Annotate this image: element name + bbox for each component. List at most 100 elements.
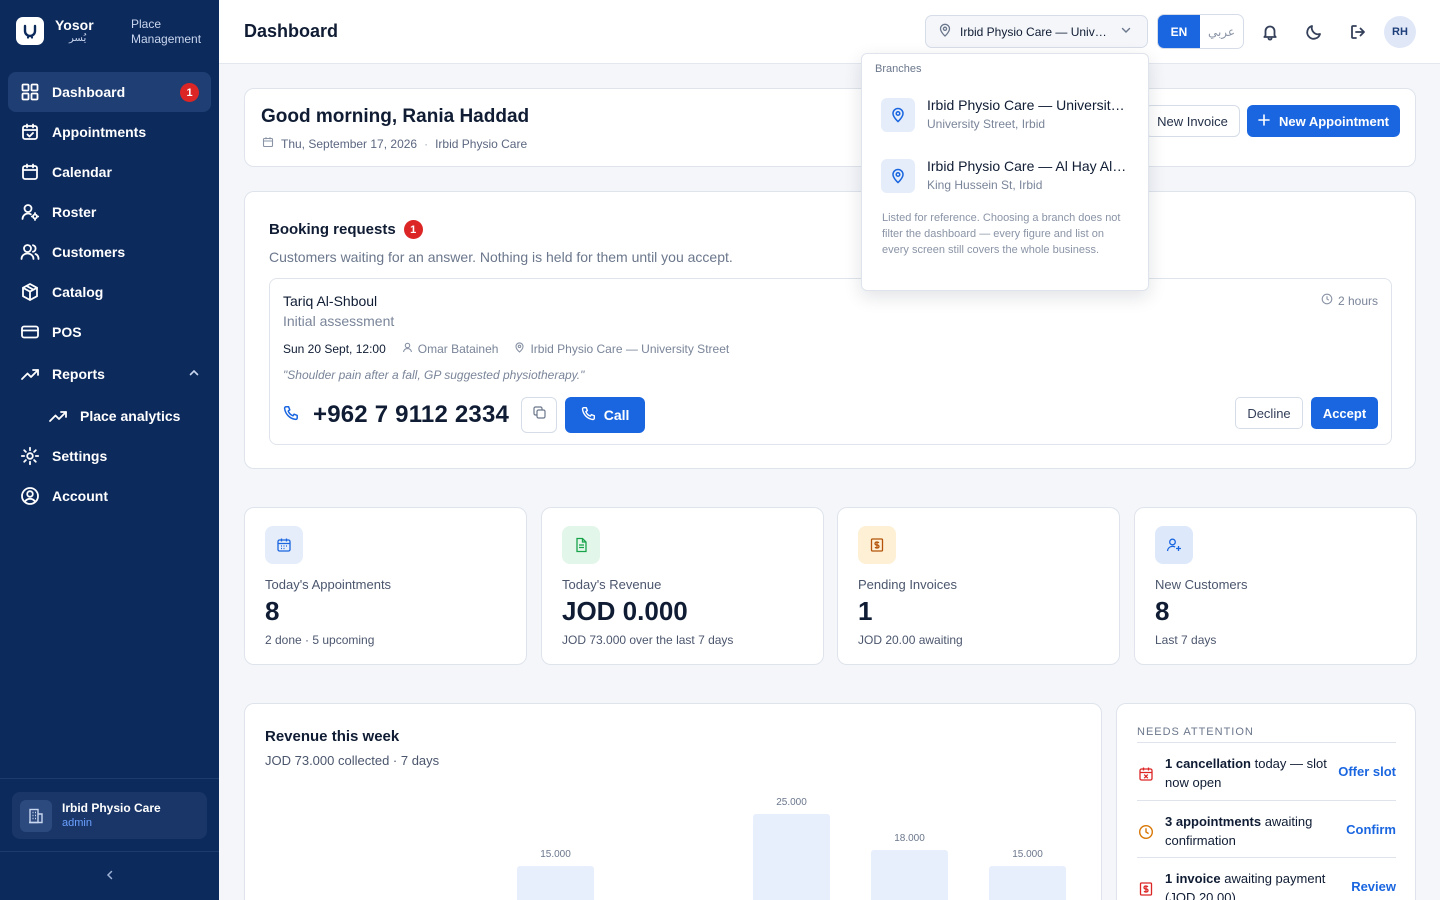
request-phone-row: +962 7 9112 2334 Call	[283, 397, 646, 433]
revenue-bar[interactable]	[753, 814, 830, 900]
moon-icon[interactable]	[1304, 22, 1324, 42]
sidebar-item-customers[interactable]: Customers	[8, 232, 211, 272]
dashboard-badge: 1	[180, 83, 199, 102]
request-customer-name: Tariq Al-Shboul	[283, 293, 378, 309]
stat-card-appointments[interactable]: Today's Appointments 8 2 done · 5 upcomi…	[244, 507, 527, 665]
sidebar-item-account[interactable]: Account	[8, 476, 211, 516]
clock-icon	[1137, 823, 1155, 841]
revenue-card: 15.000 25.000 18.000 15.000 Revenue this we…	[244, 703, 1102, 900]
attention-text: 1 cancellation today — slot now open	[1165, 754, 1333, 792]
booking-requests-card: Booking requests 1 Customers waiting for…	[244, 191, 1416, 469]
stat-label: Today's Revenue	[562, 577, 662, 592]
sidebar-item-label: Dashboard	[52, 84, 126, 100]
revenue-bar[interactable]	[517, 866, 594, 900]
revenue-title: Revenue this week	[265, 728, 400, 745]
request-details: Sun 20 Sept, 12:00 Omar Bataineh Irbid P…	[283, 342, 729, 356]
booking-title-text: Booking requests	[269, 221, 396, 238]
dropdown-note: Listed for reference. Choosing a branch …	[882, 212, 1121, 256]
revenue-bar-label: 18.000	[894, 833, 925, 845]
booking-count-badge: 1	[403, 220, 423, 239]
branch-dropdown: Branches Irbid Physio Care — University …	[861, 53, 1149, 291]
brand-name: Yosor	[55, 17, 94, 33]
new-appointment-button[interactable]: New Appointment	[1247, 105, 1400, 137]
phone-icon	[581, 406, 596, 424]
accept-button[interactable]: Accept	[1311, 397, 1378, 429]
box-icon	[20, 282, 40, 302]
decline-button[interactable]: Decline	[1235, 397, 1303, 429]
sidebar-item-label: Roster	[52, 204, 97, 220]
stat-label: Today's Appointments	[265, 577, 392, 592]
copy-icon	[532, 405, 547, 425]
calendar-icon	[262, 136, 274, 151]
sidebar-item-label: Appointments	[52, 124, 147, 140]
phone-icon	[283, 405, 299, 426]
sidebar-item-roster[interactable]: Roster	[8, 192, 211, 232]
brand[interactable]: Yosor يُسر	[16, 17, 94, 45]
sidebar-item-catalog[interactable]: Catalog	[8, 272, 211, 312]
user-avatar[interactable]: RH	[1384, 16, 1416, 48]
branch-option[interactable]: Irbid Physio Care — University Street Un…	[881, 96, 1131, 140]
stat-value: 1	[858, 596, 873, 626]
revenue-bar-label: 15.000	[1012, 849, 1043, 860]
new-invoice-button[interactable]: New Invoice	[1145, 105, 1240, 137]
stat-label: Pending Invoices	[858, 577, 958, 592]
calendar-check-icon	[20, 122, 40, 142]
gear-icon	[20, 446, 40, 466]
copy-phone-button[interactable]	[521, 397, 558, 433]
sidebar-item-calendar[interactable]: Calendar	[8, 152, 211, 192]
request-datetime: Sun 20 Sept, 12:00	[283, 342, 386, 356]
sidebar-item-appointments[interactable]: Appointments	[8, 112, 211, 152]
meta-separator: ·	[424, 136, 429, 151]
sidebar-footer: Irbid Physio Care admin	[0, 778, 219, 839]
branch-option[interactable]: Irbid Physio Care — Al Hay Al Janoubi Ki…	[881, 157, 1131, 201]
stat-card-revenue[interactable]: Today's Revenue JOD 0.000 JOD 73.000 ove…	[541, 507, 824, 665]
confirm-button[interactable]: Confirm	[1346, 822, 1396, 837]
stat-card-pending-invoices[interactable]: Pending Invoices 1 JOD 20.00 awaiting	[837, 507, 1120, 665]
stat-sub: Last 7 days	[1155, 633, 1217, 647]
language-ar-button[interactable]: عربي	[1200, 15, 1243, 48]
sidebar-item-label: Place analytics	[80, 408, 181, 424]
dropdown-heading: Branches	[875, 63, 922, 75]
language-switch: EN عربي	[1157, 14, 1244, 49]
chevron-down-icon	[1120, 24, 1132, 39]
building-icon	[20, 799, 52, 832]
sidebar-item-dashboard[interactable]: Dashboard 1	[8, 72, 211, 112]
offer-slot-button[interactable]: Offer slot	[1338, 764, 1396, 779]
review-button[interactable]: Review	[1351, 879, 1396, 894]
plus-icon	[1258, 113, 1270, 129]
attention-item: 1 cancellation today — slot now open Off…	[1137, 742, 1396, 790]
logout-icon[interactable]	[1348, 22, 1368, 42]
sidebar-item-pos[interactable]: POS	[8, 312, 211, 352]
place-switcher[interactable]: Irbid Physio Care admin	[12, 792, 207, 839]
stat-value: JOD 0.000	[562, 596, 688, 626]
language-en-button[interactable]: EN	[1158, 15, 1200, 48]
sidebar-item-reports[interactable]: Reports	[8, 354, 211, 394]
branch-option-address: King Hussein St, Irbid	[927, 178, 1043, 192]
revenue-bar[interactable]	[989, 866, 1066, 900]
sidebar-item-place-analytics[interactable]: Place analytics	[8, 396, 211, 436]
sidebar-item-settings[interactable]: Settings	[8, 436, 211, 476]
attention-heading: NEEDS ATTENTION	[1137, 726, 1254, 738]
greeting-date: Thu, September 17, 2026	[281, 136, 418, 151]
map-pin-icon	[938, 23, 952, 40]
grid-icon	[20, 82, 40, 102]
branch-select[interactable]: Irbid Physio Care — University Street	[925, 15, 1148, 48]
revenue-bar[interactable]	[871, 850, 948, 900]
stat-sub: JOD 20.00 awaiting	[858, 633, 963, 647]
collapse-sidebar-button[interactable]	[0, 851, 219, 900]
chevron-up-icon[interactable]	[187, 366, 201, 383]
sidebar-item-label: Customers	[52, 244, 126, 260]
user-plus-icon	[1155, 526, 1193, 564]
bell-icon[interactable]	[1260, 22, 1280, 42]
document-icon	[562, 526, 600, 564]
stat-sub: 2 done · 5 upcoming	[265, 633, 375, 647]
brand-subtitle: Place Management	[131, 17, 201, 47]
branch-option-name: Irbid Physio Care — University Street	[927, 97, 1129, 113]
calendar-icon	[20, 162, 40, 182]
needs-attention-card: NEEDS ATTENTION 1 cancellation today — s…	[1116, 703, 1416, 900]
map-pin-icon	[881, 159, 915, 193]
call-button[interactable]: Call	[565, 397, 646, 433]
stat-card-new-customers[interactable]: New Customers 8 Last 7 days	[1134, 507, 1417, 665]
request-phone-number: +962 7 9112 2334	[313, 401, 510, 428]
attention-item: 1 invoice awaiting payment (JOD 20.00) R…	[1137, 857, 1396, 900]
